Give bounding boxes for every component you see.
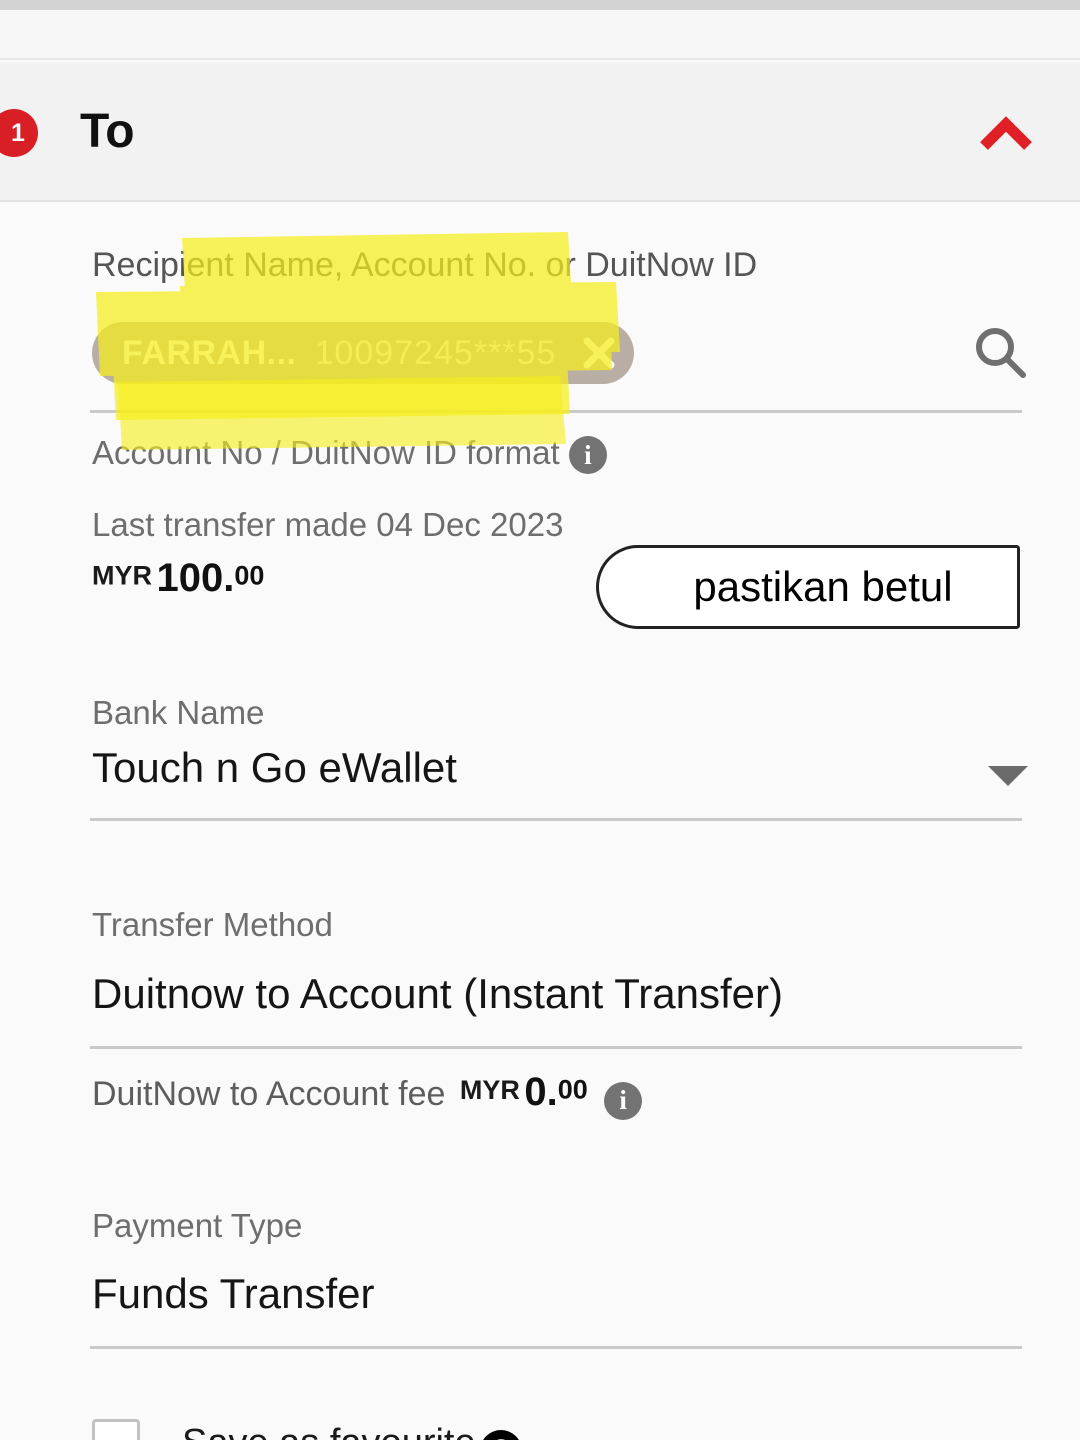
duitnow-fee-row: DuitNow to Account fee MYR 0.00 i xyxy=(92,1070,643,1120)
help-icon[interactable]: ? xyxy=(480,1429,523,1440)
annotation-callout: pastikan betul xyxy=(596,545,1020,629)
recipient-placeholder: Recipient Name, Account No. or DuitNow I… xyxy=(92,246,758,284)
section-header-to[interactable]: 1 To xyxy=(0,62,1080,202)
chevron-up-icon[interactable] xyxy=(978,112,1034,156)
transfer-form-screen: 1 To Recipient Name, Account No. or Duit… xyxy=(0,0,1080,1440)
info-icon[interactable]: i xyxy=(604,1081,643,1120)
save-as-favourite-checkbox[interactable] xyxy=(92,1419,140,1440)
recipient-chip[interactable]: FARRAH... 10097245***55 xyxy=(92,322,635,384)
last-transfer-amount: MYR 100.00 xyxy=(92,556,264,601)
save-as-favourite-row[interactable]: Save as favourite ? xyxy=(182,1422,523,1440)
top-band xyxy=(0,10,1080,60)
recipient-divider xyxy=(90,410,1022,413)
last-transfer-amount-decimal: 00 xyxy=(234,560,265,591)
annotation-callout-text: pastikan betul xyxy=(693,563,953,610)
last-transfer-amount-integer: 100. xyxy=(156,556,235,600)
account-format-hint: Account No / DuitNow ID format i xyxy=(92,434,607,475)
bank-name-divider xyxy=(90,818,1022,821)
transfer-method-label: Transfer Method xyxy=(92,906,333,943)
close-icon[interactable] xyxy=(576,330,622,376)
step-badge: 1 xyxy=(0,109,38,157)
chevron-down-icon[interactable] xyxy=(988,766,1028,786)
payment-type-divider xyxy=(90,1346,1022,1349)
info-icon[interactable]: i xyxy=(568,436,607,475)
duitnow-fee-decimal: 00 xyxy=(557,1074,588,1105)
duitnow-fee-currency: MYR xyxy=(459,1074,520,1105)
bank-name-value[interactable]: Touch n Go eWallet xyxy=(92,744,457,792)
status-bar xyxy=(0,0,1080,10)
search-icon[interactable] xyxy=(970,322,1030,382)
page-title: To xyxy=(80,105,135,158)
last-transfer-currency: MYR xyxy=(92,560,152,591)
transfer-method-value: Duitnow to Account (Instant Transfer) xyxy=(92,970,783,1017)
recipient-chip-name: FARRAH... xyxy=(122,333,297,372)
duitnow-fee-integer: 0. xyxy=(524,1070,558,1114)
transfer-method-divider xyxy=(90,1046,1022,1049)
bank-name-label: Bank Name xyxy=(92,694,265,731)
payment-type-value: Funds Transfer xyxy=(92,1270,375,1317)
recipient-chip-account: 10097245***55 xyxy=(314,333,557,372)
last-transfer-label: Last transfer made 04 Dec 2023 xyxy=(92,506,564,543)
save-as-favourite-label: Save as favourite xyxy=(182,1422,476,1440)
duitnow-fee-label: DuitNow to Account fee xyxy=(92,1075,446,1113)
payment-type-label: Payment Type xyxy=(92,1207,303,1244)
account-format-hint-text: Account No / DuitNow ID format xyxy=(92,434,560,471)
